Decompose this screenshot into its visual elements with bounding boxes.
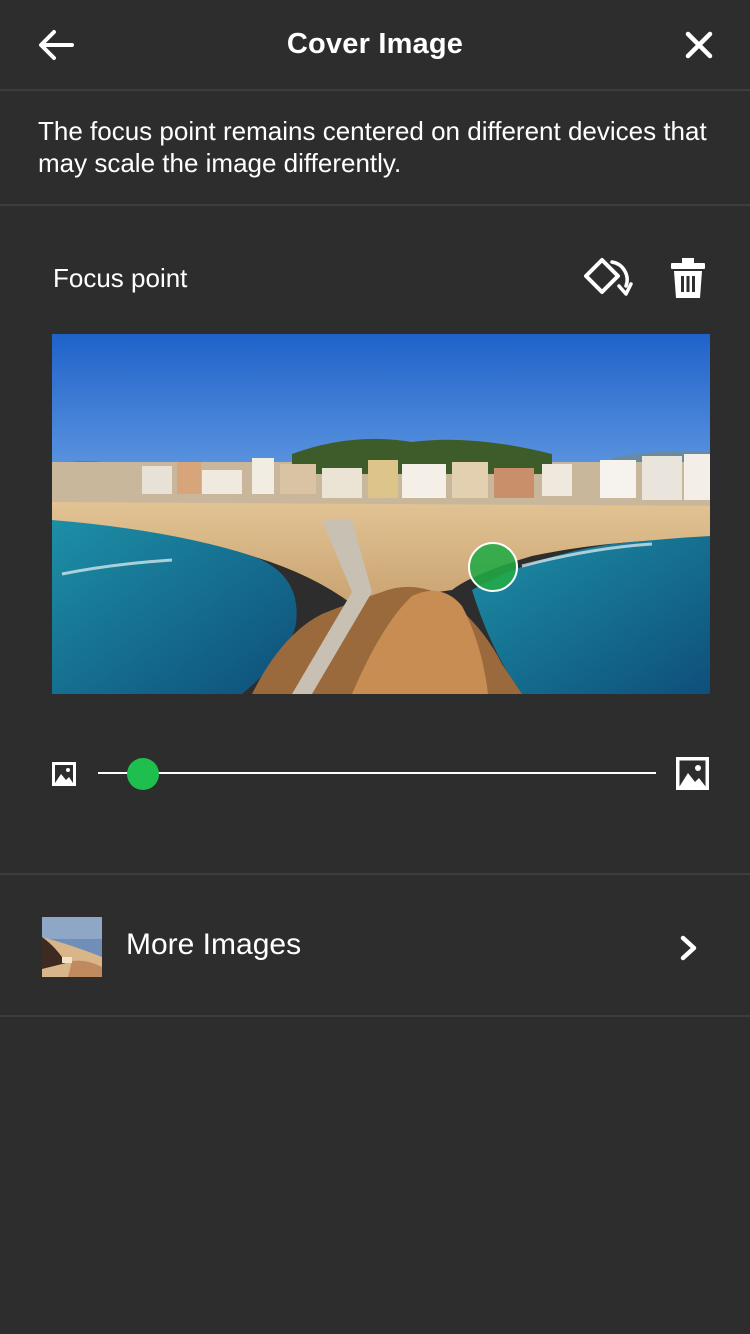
cover-photo <box>52 334 710 694</box>
more-images-thumbnail <box>42 917 102 977</box>
focus-point-marker[interactable] <box>468 542 518 592</box>
close-icon <box>685 31 713 59</box>
zoom-slider-track[interactable] <box>98 772 656 774</box>
rotate-button[interactable] <box>582 256 634 300</box>
zoom-slider-thumb[interactable] <box>126 758 159 790</box>
image-small-icon <box>52 762 76 786</box>
focus-description: The focus point remains centered on diff… <box>0 91 750 206</box>
image-large-icon <box>676 757 709 790</box>
header-bar: Cover Image <box>0 0 750 91</box>
zoom-slider-row <box>0 750 750 800</box>
chevron-right-icon <box>680 935 697 961</box>
page-title: Cover Image <box>286 28 464 60</box>
more-images-label: More Images <box>126 928 302 961</box>
rotate-icon <box>584 258 633 296</box>
trash-icon <box>671 258 705 298</box>
close-button[interactable] <box>682 28 716 62</box>
more-images-row[interactable]: More Images <box>0 873 750 1017</box>
cover-image-preview[interactable] <box>52 334 710 694</box>
delete-button[interactable] <box>668 256 708 300</box>
focus-point-label: Focus point <box>53 263 188 293</box>
